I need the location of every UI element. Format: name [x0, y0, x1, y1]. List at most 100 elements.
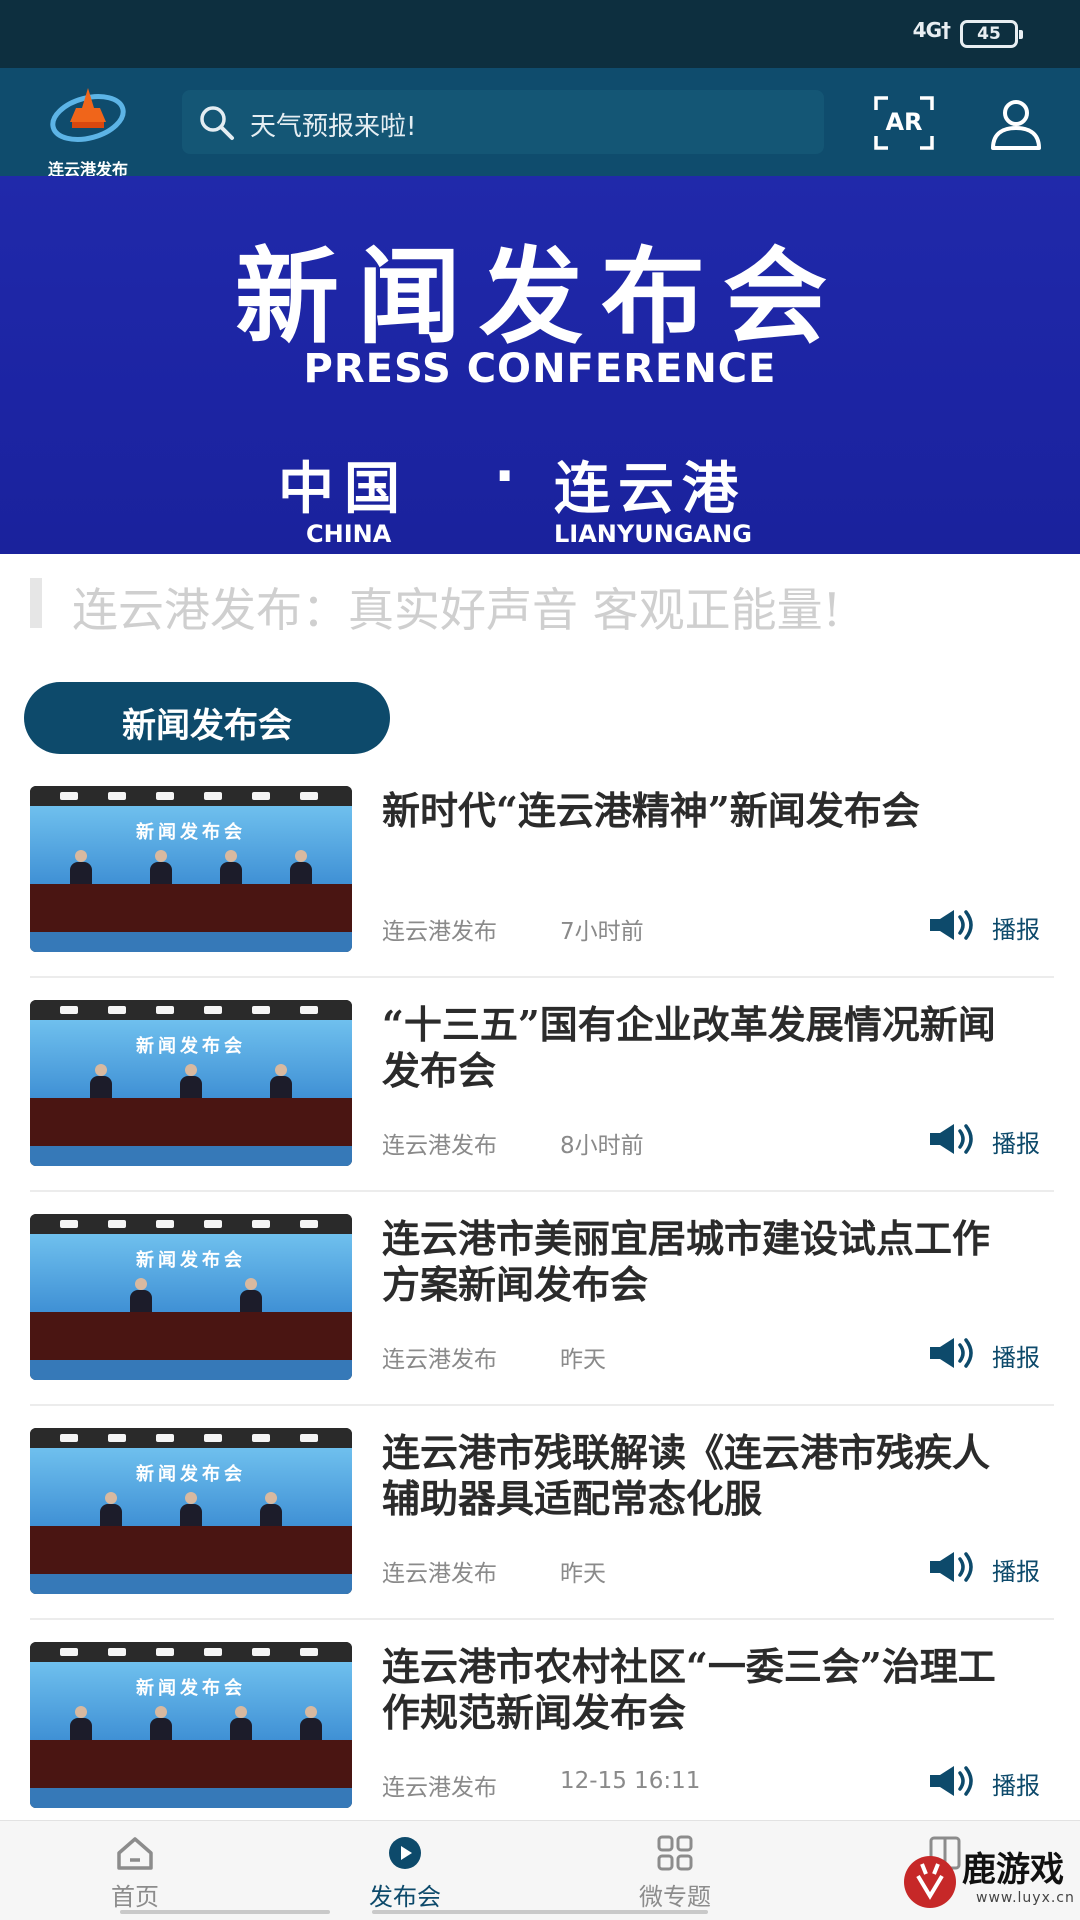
banner-location-cn-left: 中国	[278, 457, 410, 522]
play-icon	[389, 1837, 421, 1869]
press-conference-banner[interactable]: 新闻发布会 PRESS CONFERENCE 中国 · 连云港 CHINA LI…	[0, 176, 1080, 554]
nav-tab-2[interactable]: 发布会	[305, 1821, 505, 1920]
home-icon	[117, 1837, 153, 1870]
thumb-speaker	[240, 1278, 262, 1312]
thumb-ceiling-light	[204, 792, 222, 800]
watermark-url: www.luyx.cn	[976, 1890, 1075, 1906]
nav-tab-1[interactable]: 首页	[35, 1821, 235, 1920]
news-title[interactable]: 连云港市残联解读《连云港市残疾人辅助器具适配常态化服	[382, 1430, 1022, 1522]
news-thumbnail[interactable]: 新闻发布会	[30, 1000, 352, 1166]
nav-tab-label: 发布会	[369, 1883, 441, 1911]
speaker-icon	[930, 1338, 973, 1368]
thumb-ceiling-light	[156, 1434, 174, 1442]
news-thumbnail[interactable]: 新闻发布会	[30, 1642, 352, 1808]
thumb-speaker	[180, 1492, 202, 1526]
status-bar: 4G† 45	[0, 0, 1080, 68]
news-source: 连云港发布	[382, 1561, 497, 1587]
thumb-floor	[30, 1146, 352, 1166]
news-thumbnail[interactable]: 新闻发布会	[30, 1214, 352, 1380]
broadcast-button[interactable]: 播报	[928, 1334, 1050, 1372]
thumb-ceiling-light	[156, 1006, 174, 1014]
news-item[interactable]: 新闻发布会 连云港市残联解读《连云港市残疾人辅助器具适配常态化服 连云港发布 昨天 播报	[0, 1428, 1080, 1642]
battery-indicator: 45	[960, 20, 1023, 48]
watermark: 鹿游戏 www.luyx.cn	[900, 1842, 1080, 1920]
thumb-caption: 新闻发布会	[136, 1250, 246, 1271]
news-title[interactable]: “十三五”国有企业改革发展情况新闻发布会	[382, 1002, 1022, 1094]
broadcast-button[interactable]: 播报	[928, 1548, 1050, 1586]
broadcast-label: 播报	[992, 1772, 1040, 1800]
grid-icon	[657, 1835, 693, 1871]
banner-location-en-left: CHINA	[306, 520, 392, 548]
slogan: 连云港发布：真实好声音 客观正能量!	[30, 574, 1050, 637]
speaker-icon	[930, 910, 973, 940]
broadcast-button[interactable]: 播报	[928, 1120, 1050, 1158]
thumb-ceiling-light	[60, 1006, 78, 1014]
thumb-speaker	[260, 1492, 282, 1526]
thumb-ceiling-light	[300, 1648, 318, 1656]
news-item[interactable]: 新闻发布会 新时代“连云港精神”新闻发布会 连云港发布 7小时前 播报	[0, 786, 1080, 1000]
section-title: 新闻发布会	[122, 706, 292, 746]
thumb-ceiling-light	[204, 1006, 222, 1014]
thumb-floor	[30, 932, 352, 952]
news-source: 连云港发布	[382, 919, 497, 945]
news-title[interactable]: 新时代“连云港精神”新闻发布会	[382, 788, 1022, 834]
speaker-icon	[930, 1552, 973, 1582]
nav-scroll-indicator	[120, 1910, 330, 1914]
thumb-ceiling-light	[60, 792, 78, 800]
banner-subtitle: PRESS CONFERENCE	[303, 346, 777, 392]
news-source: 连云港发布	[382, 1775, 497, 1801]
news-item[interactable]: 新闻发布会 连云港市美丽宜居城市建设试点工作方案新闻发布会连云港发布 昨天 播报	[0, 1214, 1080, 1428]
thumb-caption: 新闻发布会	[136, 1464, 246, 1485]
thumb-ceiling-light	[252, 1220, 270, 1228]
thumb-caption: 新闻发布会	[136, 822, 246, 843]
news-thumbnail[interactable]: 新闻发布会	[30, 786, 352, 952]
thumb-floor	[30, 1788, 352, 1808]
logo-icon	[50, 88, 126, 142]
thumb-desk	[30, 1526, 352, 1574]
watermark-text: 鹿游戏	[962, 1850, 1064, 1890]
ar-button[interactable]: AR	[874, 96, 934, 150]
broadcast-button[interactable]: 播报	[928, 906, 1050, 944]
news-time: 8小时前	[560, 1133, 644, 1159]
thumb-ceiling-light	[204, 1648, 222, 1656]
thumb-ceiling-light	[252, 1648, 270, 1656]
app-screen: 4G† 45 连云港发布 天气预报来啦! AR 新闻发布会 PRESS CONF…	[0, 0, 1080, 1920]
app-logo[interactable]: 连云港发布	[38, 78, 138, 179]
news-thumbnail[interactable]: 新闻发布会	[30, 1428, 352, 1594]
search-icon	[200, 106, 234, 140]
broadcast-label: 播报	[992, 1344, 1040, 1372]
thumb-ceiling-light	[60, 1648, 78, 1656]
thumb-ceiling-light	[204, 1220, 222, 1228]
news-title[interactable]: 连云港市美丽宜居城市建设试点工作方案新闻发布会	[382, 1216, 1022, 1308]
search-input[interactable]: 天气预报来啦!	[182, 90, 824, 154]
thumb-ceiling-light	[108, 792, 126, 800]
broadcast-label: 播报	[992, 1558, 1040, 1586]
news-title[interactable]: 连云港市农村社区“一委三会”治理工作规范新闻发布会	[382, 1644, 1022, 1736]
thumb-ceiling-light	[156, 1648, 174, 1656]
ar-label: AR	[885, 108, 923, 136]
news-source: 连云港发布	[382, 1347, 497, 1373]
thumb-ceiling-light	[108, 1434, 126, 1442]
speaker-icon	[930, 1766, 973, 1796]
nav-tab-3[interactable]: 微专题	[575, 1821, 775, 1920]
news-item[interactable]: 新闻发布会 “十三五”国有企业改革发展情况新闻发布会 连云港发布 8小时前 播报	[0, 1000, 1080, 1214]
slogan-bar	[30, 578, 42, 628]
thumb-ceiling-light	[108, 1006, 126, 1014]
broadcast-button[interactable]: 播报	[928, 1762, 1050, 1800]
thumb-ceiling-light	[252, 1006, 270, 1014]
thumb-speaker	[150, 850, 172, 884]
thumb-desk	[30, 1312, 352, 1360]
broadcast-label: 播报	[992, 1130, 1040, 1158]
thumb-ceiling-light	[252, 792, 270, 800]
user-icon	[991, 100, 1041, 150]
news-divider	[30, 1618, 1054, 1620]
nav-tab-label: 首页	[111, 1883, 159, 1911]
thumb-speaker	[100, 1492, 122, 1526]
news-time: 昨天	[560, 1347, 606, 1373]
section-tab-press-conference[interactable]: 新闻发布会	[24, 682, 390, 754]
thumb-ceiling-light	[60, 1220, 78, 1228]
news-divider	[30, 1404, 1054, 1406]
user-profile-button[interactable]	[988, 96, 1044, 152]
thumb-speaker	[230, 1706, 252, 1740]
broadcast-label: 播报	[992, 916, 1040, 944]
